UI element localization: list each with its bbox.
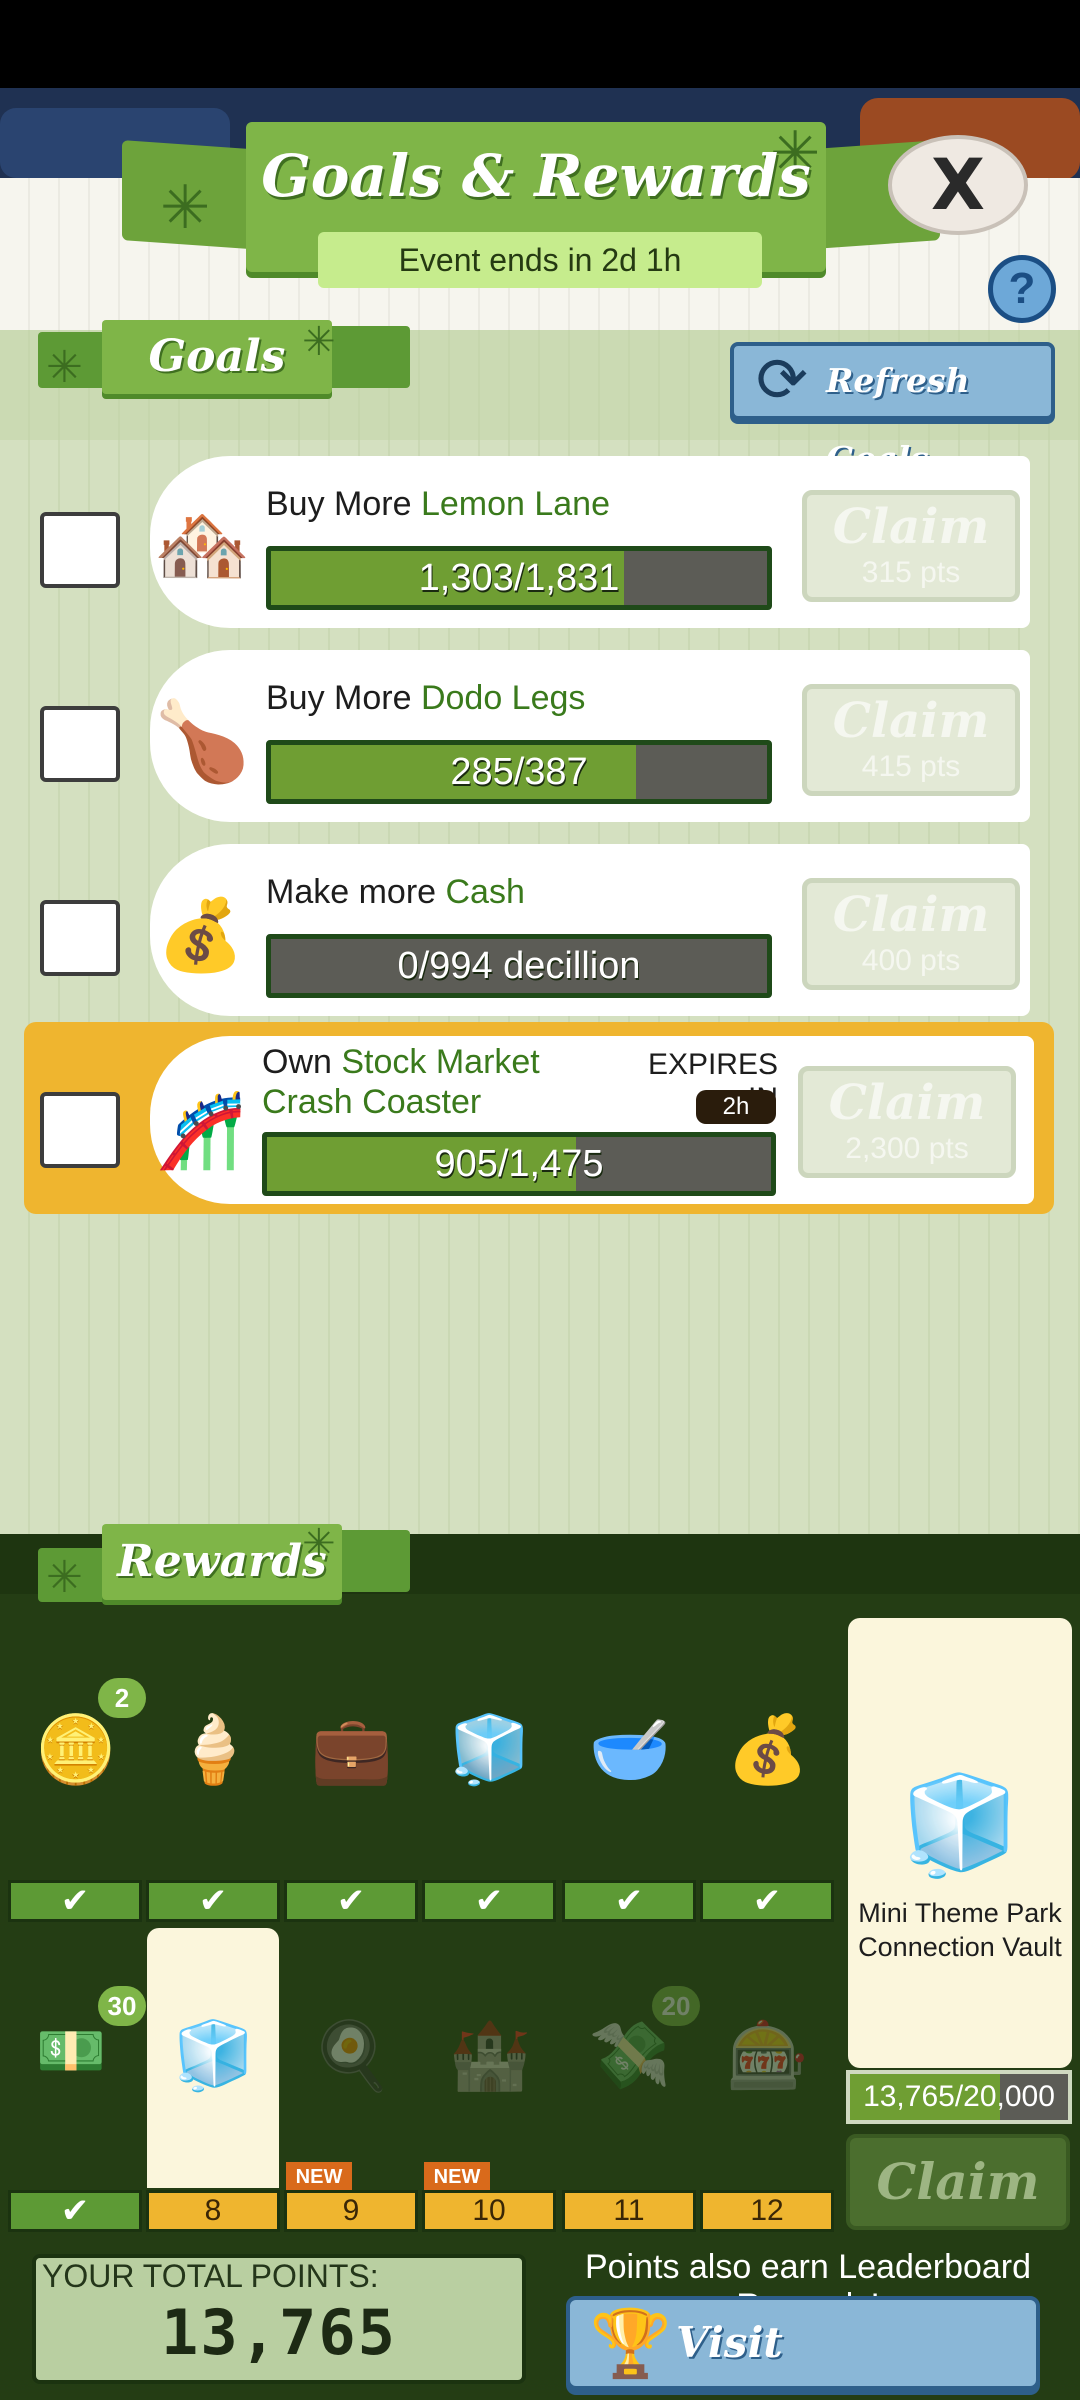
goal-checkbox[interactable] — [40, 1092, 120, 1168]
goals-tab: Goals — [102, 320, 332, 394]
reward-tier-cell: 8 — [146, 2190, 280, 2232]
claimed-check-icon: ✔ — [700, 1880, 834, 1922]
refresh-goals-label: Refresh Goals — [826, 361, 970, 478]
goal-progress-bar: 1,303/1,831 — [266, 546, 772, 610]
total-points-value: 13,765 — [161, 2296, 397, 2369]
reward-tier-cell: 9 — [284, 2190, 418, 2232]
total-points-label: YOUR TOTAL POINTS: — [42, 2258, 379, 2294]
close-button[interactable]: X — [888, 135, 1028, 235]
goal-title: Buy More Dodo Legs — [266, 679, 586, 717]
goal-progress-bar: 905/1,475 — [262, 1132, 776, 1196]
new-tag: NEW — [286, 2162, 352, 2192]
page-title: Goals & Rewards — [261, 142, 811, 210]
money-bags-icon: 💰 — [157, 896, 245, 974]
claimed-check-icon: ✔ — [146, 1880, 280, 1922]
claim-button[interactable]: Claim 315 pts — [802, 490, 1020, 602]
goal-title: Make more Cash — [266, 873, 525, 911]
expires-timer: 2h 59m — [696, 1090, 776, 1154]
reward-count-badge: 30 — [98, 1986, 146, 2026]
status-bar — [0, 0, 1080, 90]
featured-claim-button[interactable]: Claim — [846, 2134, 1070, 2230]
cash-bag-icon: 💼 — [310, 1712, 394, 1786]
event-timer: Event ends in 2d 1h — [318, 232, 762, 288]
goal-progress-bar: 0/994 decillion — [266, 934, 772, 998]
reward-count-badge: 20 — [652, 1986, 700, 2026]
sparkle-icon: ✳ — [302, 320, 336, 364]
featured-reward-progress: 13,765/20,000 pts — [846, 2070, 1072, 2124]
goal-checkbox[interactable] — [40, 900, 120, 976]
goal-title: Buy More Lemon Lane — [266, 485, 610, 523]
featured-reward-name: Mini Theme Park Connection Vault — [858, 1898, 1062, 1962]
claimed-check-icon: ✔ — [422, 1880, 556, 1922]
frying-pan-icon: 🍳 — [310, 2018, 394, 2092]
sparkle-icon: ✳ — [160, 174, 211, 241]
claimed-check-icon: ✔ — [8, 1880, 142, 1922]
claim-button[interactable]: Claim 2,300 pts — [798, 1066, 1016, 1178]
visit-leaderboards-label: Visit Leaderboards — [676, 2318, 783, 2367]
new-tag: NEW — [424, 2162, 490, 2192]
claimed-check-icon: ✔ — [8, 2190, 142, 2232]
money-bag-icon: 💰 — [726, 1712, 810, 1786]
food-bowl-icon: 🥣 — [588, 1712, 672, 1786]
claimed-check-icon: ✔ — [562, 1880, 696, 1922]
reward-count-badge: 2 — [98, 1678, 146, 1718]
vault-icon: 🧊 — [900, 1772, 1020, 1879]
trophy-icon: 🏆 — [589, 2306, 673, 2380]
goal-checkbox[interactable] — [40, 512, 120, 588]
lemon-lane-icon: 🏘️ — [153, 501, 251, 589]
dodo-leg-icon: 🍗 — [153, 697, 251, 785]
coaster-icon: 🎢 — [156, 1091, 246, 1171]
castle-icon: 🏰 — [448, 2018, 532, 2092]
sparkle-icon: ✳ — [46, 1553, 83, 1602]
vault-icon: 🧊 — [172, 2018, 256, 2092]
claim-button[interactable]: Claim 415 pts — [802, 684, 1020, 796]
help-button[interactable]: ? — [988, 255, 1056, 323]
refresh-icon: ⟳ — [756, 346, 808, 415]
reward-tier-cell: 12 — [700, 2190, 834, 2232]
goal-title: Own Stock Market Crash Coaster — [262, 1043, 540, 1121]
vault-icon: 🧊 — [448, 1712, 532, 1786]
machine-icon: 🎰 — [726, 2018, 810, 2092]
claim-button[interactable]: Claim 400 pts — [802, 878, 1020, 990]
reward-tier-cell: 11 — [562, 2190, 696, 2232]
sparkle-icon: ✳ — [302, 1522, 336, 1566]
goal-checkbox[interactable] — [40, 706, 120, 782]
goal-progress-bar: 285/387 — [266, 740, 772, 804]
sparkle-icon: ✳ — [46, 343, 83, 392]
reward-tier-cell: 10 — [422, 2190, 556, 2232]
claimed-check-icon: ✔ — [284, 1880, 418, 1922]
popsicle-icon: 🍦 — [172, 1712, 256, 1786]
